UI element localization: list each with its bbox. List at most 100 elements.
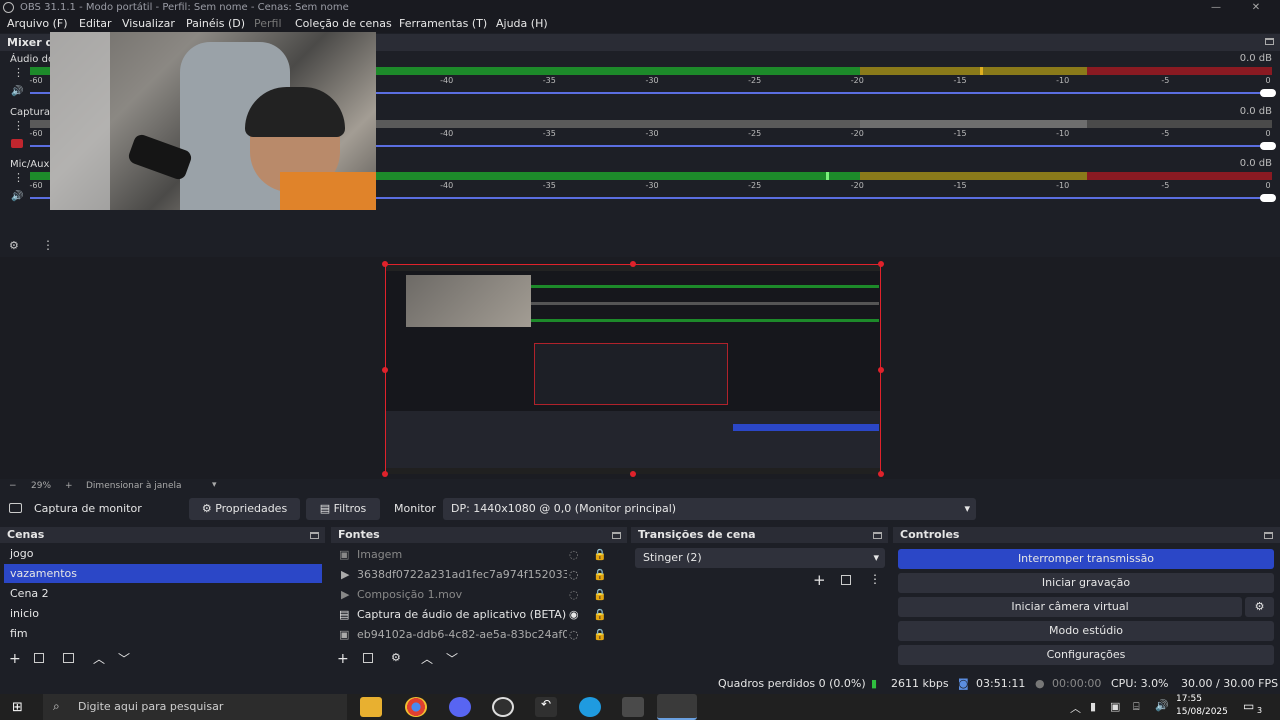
taskbar-search[interactable]: ⌕ Digite aqui para pesquisar (43, 694, 347, 720)
gear-small-icon[interactable]: ⚙ (9, 239, 19, 252)
file-explorer-icon[interactable] (360, 697, 382, 717)
source-item[interactable]: ▣ eb94102a-ddb6-4c82-ae5a-83bc24af00f ◌ … (335, 625, 615, 644)
scene-item-selected[interactable]: vazamentos (4, 564, 322, 583)
start-virtual-camera-button[interactable]: Iniciar câmera virtual (898, 597, 1242, 617)
clock-time[interactable]: 17:55 (1176, 694, 1202, 704)
source-preview-canvas[interactable] (385, 264, 881, 474)
properties-button[interactable]: ⚙ Propriedades (189, 498, 300, 520)
speaker-icon[interactable]: 🔊 (11, 86, 23, 97)
tray-icon[interactable]: ▣ (1110, 700, 1120, 713)
start-recording-button[interactable]: Iniciar gravação (898, 573, 1274, 593)
dock-float-icon[interactable] (1264, 532, 1273, 539)
lock-icon[interactable]: 🔒 (593, 585, 607, 604)
virtual-camera-settings-button[interactable]: ⚙ (1245, 597, 1274, 617)
stop-streaming-button[interactable]: Interromper transmissão (898, 549, 1274, 569)
chevron-up-icon[interactable]: ︿ (93, 650, 105, 667)
studio-mode-button[interactable]: Modo estúdio (898, 621, 1274, 641)
lock-icon[interactable]: 🔒 (593, 545, 607, 564)
eye-hidden-icon[interactable]: ◌ (569, 585, 579, 604)
menu-profile[interactable]: Perfil (254, 17, 282, 30)
track-menu-icon[interactable]: ⋮ (13, 172, 24, 183)
scene-item[interactable]: jogo (4, 544, 322, 563)
menu-docks[interactable]: Painéis (D) (186, 17, 245, 30)
steam-icon[interactable] (657, 694, 697, 720)
resize-handle[interactable] (630, 471, 636, 477)
eye-hidden-icon[interactable]: ◌ (569, 565, 579, 584)
trash-icon[interactable] (841, 575, 851, 585)
volume-icon[interactable]: 🔊 (1155, 699, 1169, 712)
menu-help[interactable]: Ajuda (H) (496, 17, 548, 30)
clock-date[interactable]: 15/08/2025 (1176, 707, 1228, 717)
add-icon[interactable]: + (9, 651, 21, 667)
menu-tools[interactable]: Ferramentas (T) (399, 17, 487, 30)
source-item[interactable]: ▣ Imagem ◌ 🔒 (335, 545, 615, 564)
add-icon[interactable]: + (813, 571, 826, 589)
network-icon[interactable]: ⌸ (1133, 700, 1140, 714)
eye-hidden-icon[interactable]: ◌ (569, 545, 579, 564)
dock-float-icon[interactable] (612, 532, 621, 539)
eye-icon[interactable]: ◉ (569, 605, 579, 624)
close-icon[interactable]: ✕ (1236, 0, 1276, 15)
chevron-down-icon[interactable]: ﹀ (118, 650, 130, 667)
transition-select[interactable]: Stinger (2) ▾ (635, 548, 885, 568)
scene-item[interactable]: Cena 2 (4, 584, 322, 603)
trash-icon[interactable] (34, 653, 44, 663)
notifications-icon[interactable]: ▭ (1243, 699, 1254, 713)
resize-handle[interactable] (630, 261, 636, 267)
chevron-up-icon[interactable]: ︿ (421, 650, 433, 667)
eye-hidden-icon[interactable]: ◌ (569, 625, 579, 644)
gear-icon[interactable]: ⚙ (391, 651, 401, 664)
edge-icon[interactable] (579, 697, 601, 717)
dock-float-icon[interactable] (310, 532, 319, 539)
lock-icon[interactable]: 🔒 (593, 565, 607, 584)
zoom-in-button[interactable]: + (65, 481, 73, 491)
meter-tick-label: 0 (1265, 76, 1271, 85)
dock-float-icon[interactable] (1265, 38, 1274, 45)
speaker-icon[interactable]: 🔊 (11, 191, 23, 202)
track-menu-icon[interactable]: ⋮ (13, 67, 24, 78)
resize-handle[interactable] (382, 471, 388, 477)
dock-float-icon[interactable] (873, 532, 882, 539)
resize-handle[interactable] (382, 367, 388, 373)
trash-icon[interactable] (363, 653, 373, 663)
monitor-select[interactable]: DP: 1440x1080 @ 0,0 (Monitor principal) … (443, 498, 976, 520)
tray-icon[interactable]: ▮ (1090, 700, 1096, 713)
discord-icon[interactable] (449, 697, 471, 717)
meter-tick-label: -20 (850, 129, 864, 138)
zoom-out-button[interactable]: − (9, 481, 17, 491)
chevron-down-icon[interactable]: ﹀ (446, 650, 458, 667)
track-db: 0.0 dB (1239, 158, 1272, 169)
add-icon[interactable]: + (337, 651, 349, 667)
menu-file[interactable]: Arquivo (F) (7, 17, 68, 30)
resize-handle[interactable] (878, 367, 884, 373)
source-item[interactable]: ▶ Composição 1.mov ◌ 🔒 (335, 585, 615, 604)
lock-icon[interactable]: 🔒 (593, 625, 607, 644)
obs-icon[interactable] (492, 697, 514, 717)
resize-handle[interactable] (878, 471, 884, 477)
windows-start-icon[interactable]: ⊞ (12, 700, 23, 715)
source-item[interactable]: ▶ 3638df0722a231ad1fec7a974f152033 (1 ◌ … (335, 565, 615, 584)
resize-handle[interactable] (382, 261, 388, 267)
chrome-icon[interactable] (405, 697, 427, 717)
menu-edit[interactable]: Editar (79, 17, 112, 30)
filters-button[interactable]: ▤ Filtros (306, 498, 380, 520)
menu-view[interactable]: Visualizar (122, 17, 175, 30)
track-name: Mic/Aux (10, 159, 50, 170)
scene-item[interactable]: inicio (4, 604, 322, 623)
settings-button[interactable]: Configurações (898, 645, 1274, 665)
lock-icon[interactable]: 🔒 (593, 605, 607, 624)
filter-icon[interactable] (63, 653, 74, 663)
resize-handle[interactable] (878, 261, 884, 267)
chevron-down-icon[interactable]: ▾ (212, 480, 217, 490)
calculator-icon[interactable] (622, 697, 644, 717)
app-icon[interactable]: ↶ (535, 697, 557, 717)
track-menu-icon[interactable]: ⋮ (13, 120, 24, 131)
more-icon[interactable]: ⋮ (42, 238, 54, 252)
more-icon[interactable]: ⋮ (869, 572, 881, 586)
tray-chevron-icon[interactable]: ︿ (1070, 700, 1081, 716)
minimize-icon[interactable]: — (1196, 0, 1236, 15)
menu-scene-collection[interactable]: Coleção de cenas (295, 17, 392, 30)
scene-item[interactable]: fim (4, 624, 322, 643)
muted-speaker-icon[interactable] (11, 139, 23, 148)
source-item[interactable]: ▤ Captura de áudio de aplicativo (BETA) … (335, 605, 615, 624)
